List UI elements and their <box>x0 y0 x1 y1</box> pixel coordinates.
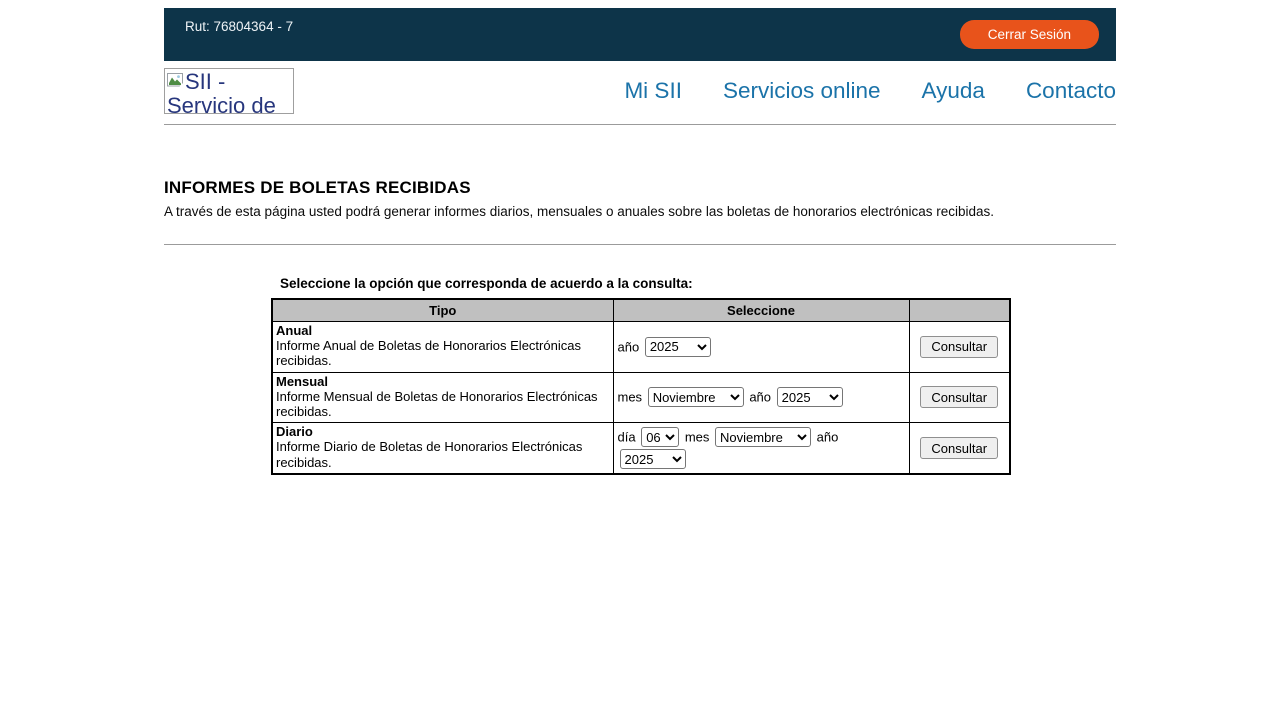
diario-select-cell: día 06 mes Noviembre año 2025 <box>613 423 909 474</box>
diario-description: Informe Diario de Boletas de Honorarios … <box>276 439 582 469</box>
report-options-table: Tipo Seleccione Anual Informe Anual de B… <box>271 298 1011 475</box>
column-header-seleccione: Seleccione <box>613 299 909 322</box>
table-row-mensual: Mensual Informe Mensual de Boletas de Ho… <box>272 372 1010 423</box>
mensual-year-select[interactable]: 2025 <box>777 387 843 407</box>
broken-image-icon <box>167 73 184 89</box>
anual-consultar-button[interactable]: Consultar <box>920 336 998 358</box>
nav-link-mi-sii[interactable]: Mi SII <box>624 78 682 104</box>
diario-day-select[interactable]: 06 <box>641 427 679 447</box>
table-row-anual: Anual Informe Anual de Boletas de Honora… <box>272 322 1010 373</box>
content-divider <box>164 244 1116 245</box>
mensual-month-select[interactable]: Noviembre <box>648 387 744 407</box>
anual-year-select[interactable]: 2025 <box>645 337 711 357</box>
main-nav: Mi SII Servicios online Ayuda Contacto <box>624 78 1116 104</box>
mensual-type-label: Mensual <box>276 374 328 389</box>
anual-type-cell: Anual Informe Anual de Boletas de Honora… <box>272 322 613 373</box>
mensual-select-cell: mes Noviembre año 2025 <box>613 372 909 423</box>
mensual-button-cell: Consultar <box>909 372 1010 423</box>
page-container: Rut: 76804364 - 7 Cerrar Sesión SII - Se… <box>164 8 1116 475</box>
page-subtitle: A través de esta página usted podrá gene… <box>164 204 1116 219</box>
mensual-month-label: mes <box>618 390 643 405</box>
anual-select-cell: año 2025 <box>613 322 909 373</box>
report-table-area: Seleccione la opción que corresponda de … <box>271 276 1116 475</box>
diario-consultar-button[interactable]: Consultar <box>920 437 998 459</box>
diario-day-label: día <box>618 430 636 445</box>
rut-label: Rut: 76804364 - 7 <box>185 19 293 34</box>
column-header-tipo: Tipo <box>272 299 613 322</box>
nav-link-servicios-online[interactable]: Servicios online <box>723 78 881 104</box>
diario-type-cell: Diario Informe Diario de Boletas de Hono… <box>272 423 613 474</box>
main-content: INFORMES DE BOLETAS RECIBIDAS A través d… <box>164 125 1116 475</box>
mensual-consultar-button[interactable]: Consultar <box>920 386 998 408</box>
anual-description: Informe Anual de Boletas de Honorarios E… <box>276 338 581 368</box>
diario-button-cell: Consultar <box>909 423 1010 474</box>
table-caption: Seleccione la opción que corresponda de … <box>271 276 1116 291</box>
table-row-diario: Diario Informe Diario de Boletas de Hono… <box>272 423 1010 474</box>
page-title: INFORMES DE BOLETAS RECIBIDAS <box>164 178 1116 198</box>
mensual-description: Informe Mensual de Boletas de Honorarios… <box>276 389 598 419</box>
nav-link-ayuda[interactable]: Ayuda <box>922 78 985 104</box>
diario-month-select[interactable]: Noviembre <box>715 427 811 447</box>
diario-type-label: Diario <box>276 424 313 439</box>
nav-link-contacto[interactable]: Contacto <box>1026 78 1116 104</box>
anual-type-label: Anual <box>276 323 312 338</box>
table-header-row: Tipo Seleccione <box>272 299 1010 322</box>
mensual-year-label: año <box>749 390 771 405</box>
sii-logo-broken-image[interactable]: SII - Servicio de <box>164 68 294 114</box>
diario-month-label: mes <box>685 430 710 445</box>
column-header-action <box>909 299 1010 322</box>
logout-button[interactable]: Cerrar Sesión <box>960 20 1099 49</box>
session-topbar: Rut: 76804364 - 7 Cerrar Sesión <box>164 8 1116 61</box>
diario-year-label: año <box>817 430 839 445</box>
anual-year-label: año <box>618 339 640 354</box>
anual-button-cell: Consultar <box>909 322 1010 373</box>
mensual-type-cell: Mensual Informe Mensual de Boletas de Ho… <box>272 372 613 423</box>
diario-year-select[interactable]: 2025 <box>620 449 686 469</box>
brand-nav-row: SII - Servicio de Mi SII Servicios onlin… <box>164 61 1116 124</box>
